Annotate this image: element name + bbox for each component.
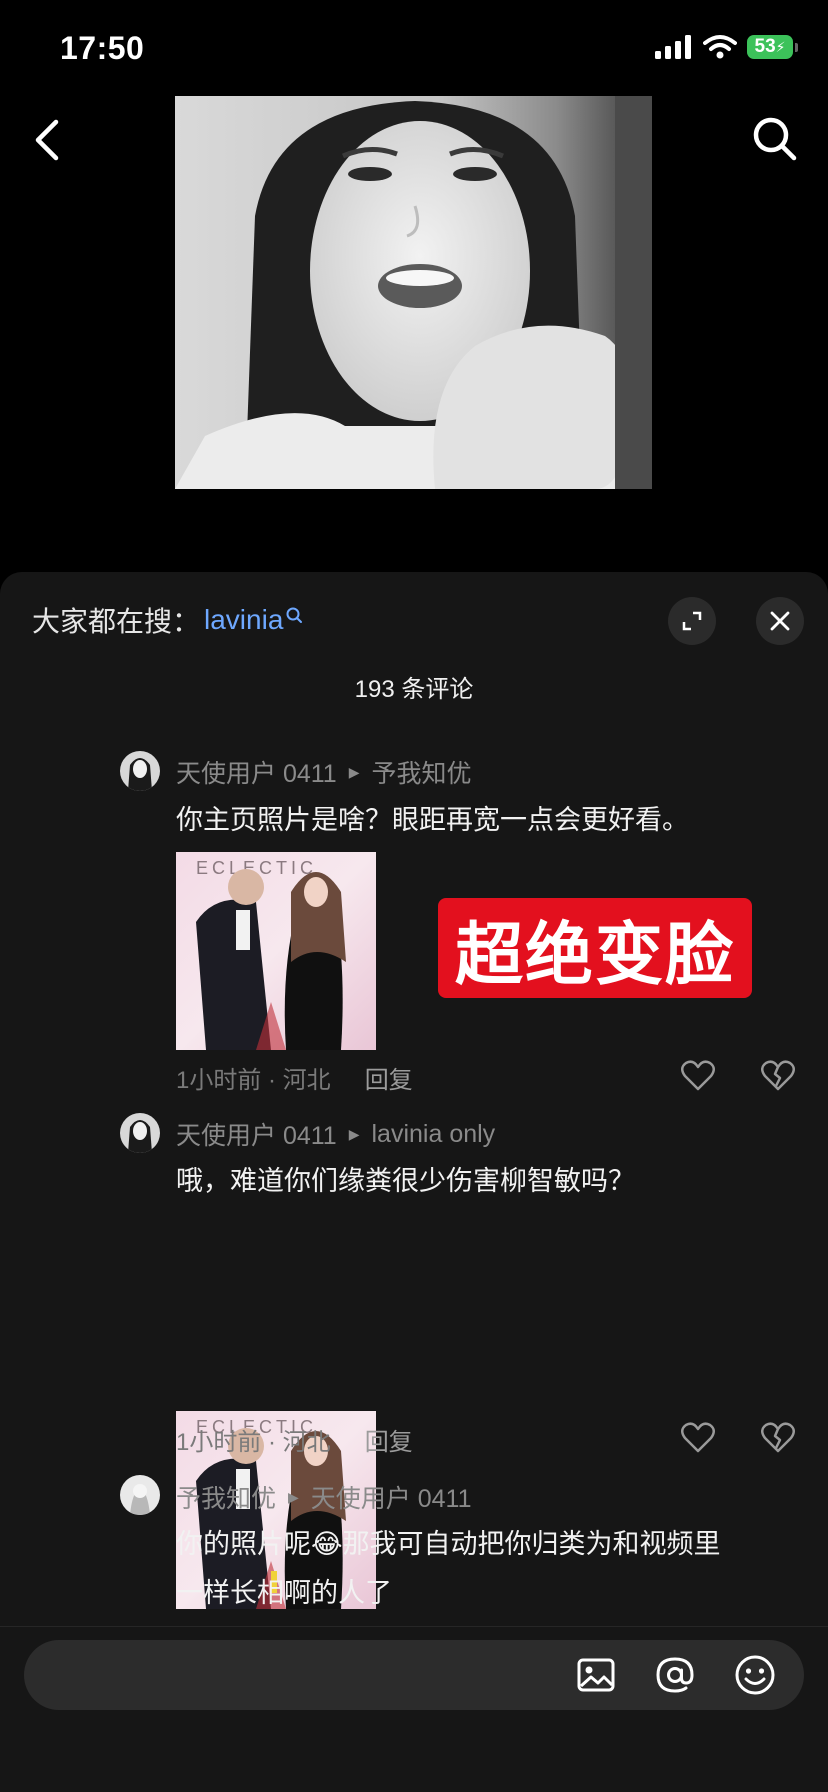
cellular-signal-icon bbox=[655, 35, 691, 59]
comment-meta: 天使用户 0411 ▶ 予我知优 bbox=[176, 754, 472, 790]
reply-arrow-icon: ▶ bbox=[288, 1488, 299, 1505]
comment-time-location: 1小时前 · 河北 bbox=[176, 1429, 331, 1456]
reply-to-user[interactable]: 予我知优 bbox=[372, 754, 472, 790]
small-search-icon bbox=[286, 607, 303, 623]
avatar[interactable] bbox=[120, 1475, 160, 1515]
video-frame-image bbox=[175, 96, 652, 489]
battery-indicator: 53 ⚡ bbox=[747, 35, 798, 59]
input-divider bbox=[0, 1626, 828, 1627]
expand-button[interactable] bbox=[668, 597, 716, 645]
comment-time-location: 1小时前 · 河北 bbox=[176, 1067, 331, 1094]
comment-footer: 1小时前 · 河北 回复 bbox=[176, 1060, 413, 1095]
battery-level: 53 bbox=[754, 36, 776, 57]
comment-author[interactable]: 天使用户 0411 bbox=[176, 1116, 337, 1152]
overlay-banner: 超绝变脸 bbox=[438, 898, 752, 998]
comment-text: 你主页照片是啥？眼距再宽一点会更好看。 bbox=[176, 805, 689, 835]
close-icon bbox=[770, 611, 790, 631]
broken-heart-icon[interactable] bbox=[760, 1422, 796, 1454]
comment-count: 193 条评论 bbox=[354, 676, 474, 703]
comment-text-part: 那我可自动把你归类为和视频里 bbox=[342, 1529, 721, 1559]
broken-heart-icon[interactable] bbox=[760, 1060, 796, 1092]
status-icons: 53 ⚡ bbox=[655, 34, 798, 60]
avatar[interactable] bbox=[120, 1113, 160, 1153]
comment-author[interactable]: 予我知优 bbox=[176, 1479, 276, 1515]
comment-image-photo bbox=[196, 869, 346, 1050]
close-button[interactable] bbox=[756, 597, 804, 645]
wifi-icon bbox=[703, 35, 737, 59]
search-icon[interactable] bbox=[750, 114, 800, 164]
at-icon[interactable] bbox=[653, 1653, 697, 1697]
comment-meta: 予我知优 ▶ 天使用户 0411 bbox=[176, 1479, 472, 1515]
comment-text-part: 你的照片呢 bbox=[176, 1529, 311, 1559]
reply-button[interactable]: 回复 bbox=[365, 1422, 413, 1457]
heart-icon[interactable] bbox=[680, 1422, 716, 1454]
trending-label: 大家都在搜： bbox=[32, 606, 201, 637]
comment-author[interactable]: 天使用户 0411 bbox=[176, 754, 337, 790]
comment-meta: 天使用户 0411 ▶ lavinia only bbox=[176, 1116, 495, 1152]
reply-arrow-icon: ▶ bbox=[348, 1125, 360, 1142]
status-time: 17:50 bbox=[60, 30, 145, 66]
comment-text-line: 一样长相啊的人了 bbox=[176, 1578, 392, 1608]
comment-text: 你的照片呢😂那我可自动把你归类为和视频里 一样长相啊的人了 bbox=[176, 1520, 796, 1617]
trending-term[interactable]: lavinia bbox=[204, 604, 283, 636]
comment-text: 哦，难道你们缘粪很少伤害柳智敏吗？ bbox=[176, 1166, 635, 1196]
reply-to-user[interactable]: 天使用户 0411 bbox=[311, 1479, 472, 1515]
reply-arrow-icon: ▶ bbox=[348, 763, 360, 780]
expand-icon bbox=[682, 611, 702, 631]
reply-button[interactable]: 回复 bbox=[365, 1060, 413, 1095]
reply-to-user[interactable]: lavinia only bbox=[372, 1120, 496, 1149]
heart-icon[interactable] bbox=[680, 1060, 716, 1092]
image-icon[interactable] bbox=[574, 1653, 618, 1697]
avatar[interactable] bbox=[120, 751, 160, 791]
trending-search[interactable]: 大家都在搜： lavinia bbox=[32, 600, 303, 640]
comment-image[interactable]: ECLECTIC bbox=[176, 852, 376, 1050]
emoji-laugh-icon: 😂 bbox=[311, 1529, 343, 1560]
video-player[interactable] bbox=[175, 96, 652, 489]
chevron-left-icon[interactable] bbox=[28, 116, 68, 164]
comment-footer: 1小时前 · 河北 回复 bbox=[176, 1422, 413, 1457]
smiley-icon[interactable] bbox=[733, 1653, 777, 1697]
